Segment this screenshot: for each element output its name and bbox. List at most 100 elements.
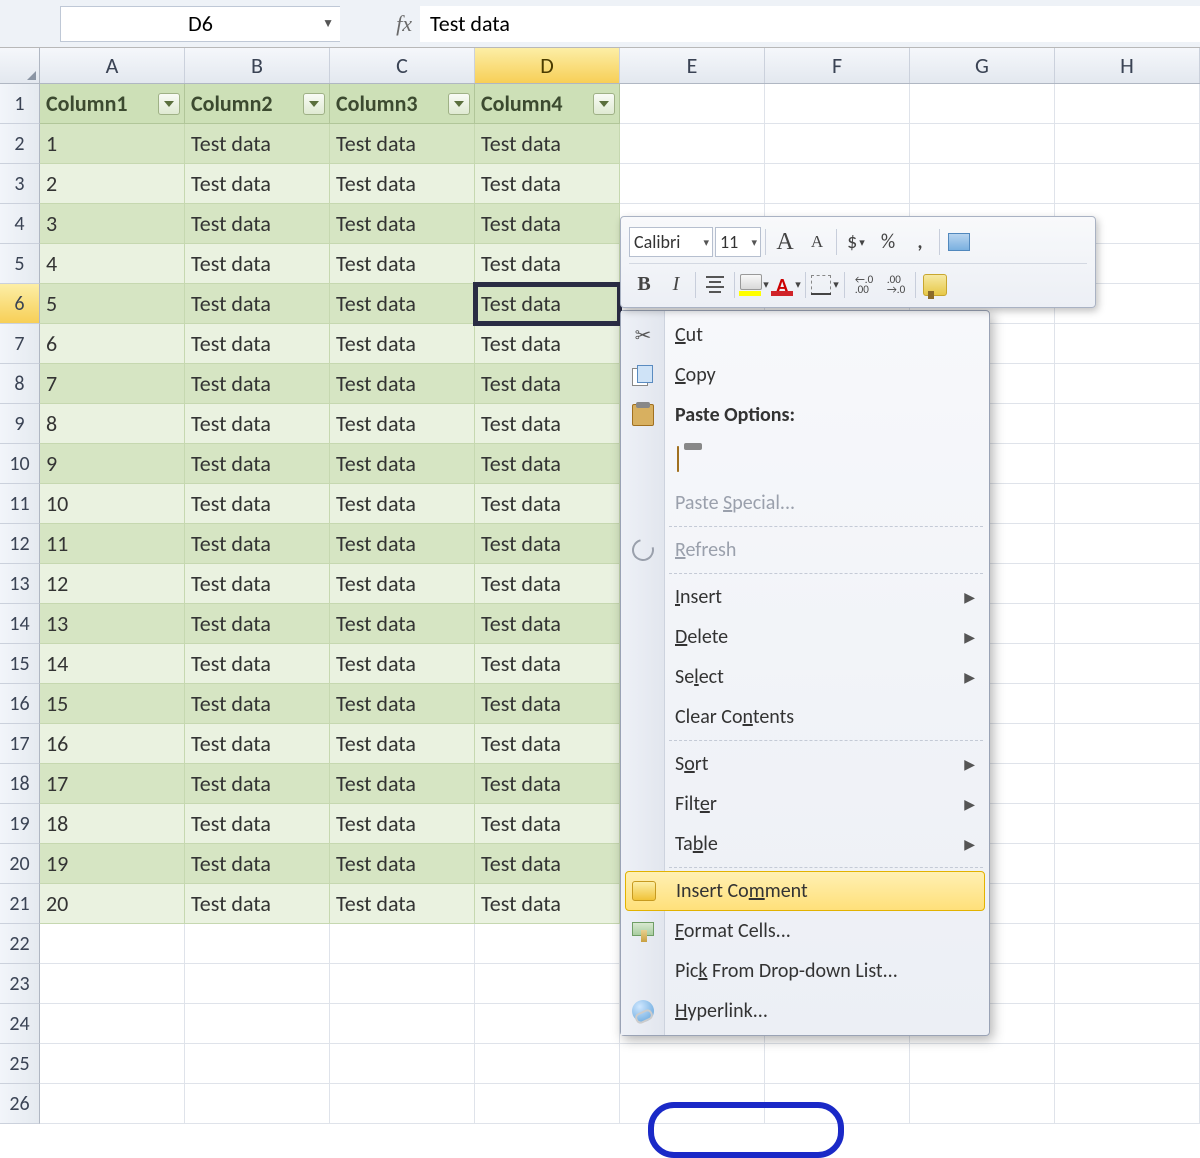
- cell-C7[interactable]: Test data: [330, 324, 475, 364]
- cell-A16[interactable]: 15: [40, 684, 185, 724]
- row-header-10[interactable]: 10: [0, 444, 40, 484]
- cell-G1[interactable]: [910, 84, 1055, 124]
- cell-C1[interactable]: Column3: [330, 84, 475, 124]
- cell-H21[interactable]: [1055, 884, 1200, 924]
- cell-C14[interactable]: Test data: [330, 604, 475, 644]
- center-align-button[interactable]: [700, 270, 730, 300]
- cell-B2[interactable]: Test data: [185, 124, 330, 164]
- cell-A19[interactable]: 18: [40, 804, 185, 844]
- cell-H24[interactable]: [1055, 1004, 1200, 1044]
- cell-C12[interactable]: Test data: [330, 524, 475, 564]
- row-header-17[interactable]: 17: [0, 724, 40, 764]
- cell-C17[interactable]: Test data: [330, 724, 475, 764]
- cell-H12[interactable]: [1055, 524, 1200, 564]
- row-header-2[interactable]: 2: [0, 124, 40, 164]
- cell-C4[interactable]: Test data: [330, 204, 475, 244]
- cell-D18[interactable]: Test data: [475, 764, 620, 804]
- cell-C13[interactable]: Test data: [330, 564, 475, 604]
- cell-D7[interactable]: Test data: [475, 324, 620, 364]
- cell-A21[interactable]: 20: [40, 884, 185, 924]
- formula-input[interactable]: [420, 6, 1200, 42]
- cell-D12[interactable]: Test data: [475, 524, 620, 564]
- row-header-15[interactable]: 15: [0, 644, 40, 684]
- cell-A13[interactable]: 12: [40, 564, 185, 604]
- cell-A25[interactable]: [40, 1044, 185, 1084]
- cell-C16[interactable]: Test data: [330, 684, 475, 724]
- cell-A12[interactable]: 11: [40, 524, 185, 564]
- cell-A4[interactable]: 3: [40, 204, 185, 244]
- cell-A24[interactable]: [40, 1004, 185, 1044]
- cell-H8[interactable]: [1055, 364, 1200, 404]
- cell-C26[interactable]: [330, 1084, 475, 1124]
- cell-H13[interactable]: [1055, 564, 1200, 604]
- cell-C18[interactable]: Test data: [330, 764, 475, 804]
- filter-dropdown-icon[interactable]: [593, 93, 615, 115]
- font-size-select[interactable]: 11: [715, 227, 761, 257]
- cell-D8[interactable]: Test data: [475, 364, 620, 404]
- menu-insert[interactable]: Insert▶: [621, 577, 989, 617]
- row-header-24[interactable]: 24: [0, 1004, 40, 1044]
- cell-A6[interactable]: 5: [40, 284, 185, 324]
- cell-D26[interactable]: [475, 1084, 620, 1124]
- cell-D19[interactable]: Test data: [475, 804, 620, 844]
- cell-B16[interactable]: Test data: [185, 684, 330, 724]
- cell-D14[interactable]: Test data: [475, 604, 620, 644]
- menu-paste-option-default[interactable]: [621, 435, 989, 483]
- cell-D4[interactable]: Test data: [475, 204, 620, 244]
- row-header-7[interactable]: 7: [0, 324, 40, 364]
- cell-B21[interactable]: Test data: [185, 884, 330, 924]
- cell-D11[interactable]: Test data: [475, 484, 620, 524]
- cell-H22[interactable]: [1055, 924, 1200, 964]
- cell-E25[interactable]: [620, 1044, 765, 1084]
- select-all-corner[interactable]: [0, 48, 40, 83]
- cell-C2[interactable]: Test data: [330, 124, 475, 164]
- cell-A20[interactable]: 19: [40, 844, 185, 884]
- menu-pick-from-list[interactable]: Pick From Drop-down List...: [621, 951, 989, 991]
- shrink-font-button[interactable]: A: [802, 227, 832, 257]
- fill-color-button[interactable]: ▾: [739, 270, 769, 300]
- cell-A17[interactable]: 16: [40, 724, 185, 764]
- column-header-F[interactable]: F: [765, 48, 910, 83]
- cell-A11[interactable]: 10: [40, 484, 185, 524]
- row-header-6[interactable]: 6: [0, 284, 40, 324]
- cell-A5[interactable]: 4: [40, 244, 185, 284]
- cell-B22[interactable]: [185, 924, 330, 964]
- cell-F26[interactable]: [765, 1084, 910, 1124]
- cell-F25[interactable]: [765, 1044, 910, 1084]
- menu-clear-contents[interactable]: Clear Contents: [621, 697, 989, 737]
- cell-D6[interactable]: Test data: [475, 284, 620, 324]
- cell-B1[interactable]: Column2: [185, 84, 330, 124]
- row-header-4[interactable]: 4: [0, 204, 40, 244]
- cell-G2[interactable]: [910, 124, 1055, 164]
- cell-C19[interactable]: Test data: [330, 804, 475, 844]
- menu-table[interactable]: Table▶: [621, 824, 989, 864]
- cell-C10[interactable]: Test data: [330, 444, 475, 484]
- column-header-B[interactable]: B: [185, 48, 330, 83]
- cell-E2[interactable]: [620, 124, 765, 164]
- cell-A18[interactable]: 17: [40, 764, 185, 804]
- cell-D24[interactable]: [475, 1004, 620, 1044]
- row-header-14[interactable]: 14: [0, 604, 40, 644]
- row-header-21[interactable]: 21: [0, 884, 40, 924]
- cell-E26[interactable]: [620, 1084, 765, 1124]
- cell-B10[interactable]: Test data: [185, 444, 330, 484]
- name-box-input[interactable]: [61, 10, 340, 37]
- cell-C9[interactable]: Test data: [330, 404, 475, 444]
- menu-sort[interactable]: Sort▶: [621, 744, 989, 784]
- cell-B25[interactable]: [185, 1044, 330, 1084]
- cell-H14[interactable]: [1055, 604, 1200, 644]
- cell-C24[interactable]: [330, 1004, 475, 1044]
- cell-H7[interactable]: [1055, 324, 1200, 364]
- row-header-22[interactable]: 22: [0, 924, 40, 964]
- cell-C15[interactable]: Test data: [330, 644, 475, 684]
- row-header-5[interactable]: 5: [0, 244, 40, 284]
- percent-format-button[interactable]: %: [873, 227, 903, 257]
- menu-filter[interactable]: Filter▶: [621, 784, 989, 824]
- cell-H23[interactable]: [1055, 964, 1200, 1004]
- row-header-11[interactable]: 11: [0, 484, 40, 524]
- cell-F3[interactable]: [765, 164, 910, 204]
- row-header-3[interactable]: 3: [0, 164, 40, 204]
- cell-A7[interactable]: 6: [40, 324, 185, 364]
- cell-F2[interactable]: [765, 124, 910, 164]
- cell-F1[interactable]: [765, 84, 910, 124]
